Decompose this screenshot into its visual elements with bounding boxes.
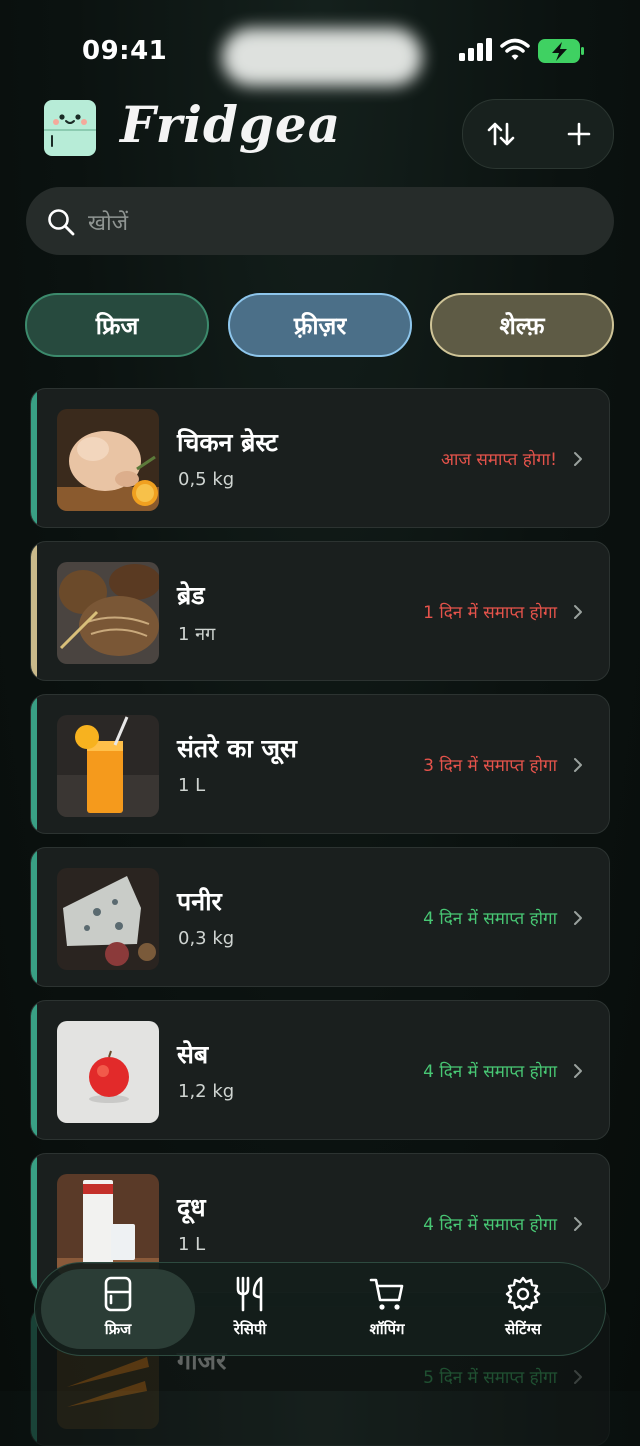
list-item[interactable]: संतरे का जूस 1 L 3 दिन में समाप्त होगा [30,694,610,834]
tab-freezer[interactable]: फ़्रीज़र [228,293,412,357]
nav-label: फ्रिज [104,1320,132,1338]
tab-shelf[interactable]: शेल्फ़ [430,293,614,357]
item-accent [31,1307,37,1445]
bottom-nav: फ्रिज रेसिपी शॉपिंग सेटिंग्स [34,1262,606,1356]
item-accent [31,848,37,986]
nav-label: रेसिपी [233,1320,267,1338]
expiry-status: 1 दिन में समाप्त होगा [423,603,557,623]
item-quantity: 1 नग [178,624,216,645]
expiry-status: आज समाप्त होगा! [440,450,557,470]
expiry-status: 4 दिन में समाप्त होगा [423,1215,557,1235]
nav-label: सेटिंग्स [505,1320,541,1338]
list-item[interactable]: सेब 1,2 kg 4 दिन में समाप्त होगा [30,1000,610,1140]
chevron-right-icon [574,1217,582,1231]
expiry-status: 5 दिन में समाप्त होगा [423,1368,557,1388]
item-name: संतरे का जूस [177,734,297,763]
tab-fridge[interactable]: फ्रिज [25,293,209,357]
expiry-status: 4 दिन में समाप्त होगा [423,909,557,929]
item-accent [31,1154,37,1292]
chevron-right-icon [574,758,582,772]
item-quantity: 1 L [178,775,206,796]
item-accent [31,542,37,680]
chevron-right-icon [574,1370,582,1384]
nav-item-fridge[interactable]: फ्रिज [58,1275,178,1345]
chicken-image [57,409,159,511]
milk-image [57,1174,159,1276]
dynamic-island [222,28,422,86]
search-input[interactable]: खोजें [88,207,128,237]
fridge-icon [104,1276,132,1312]
item-accent [31,695,37,833]
status-bar: 09:41 [0,0,640,100]
item-accent [31,389,37,527]
expiry-status: 3 दिन में समाप्त होगा [423,756,557,776]
apple-image [57,1021,159,1123]
item-quantity: 0,5 kg [178,469,235,490]
sort-icon[interactable] [477,110,525,158]
wifi-icon [500,38,530,60]
bread-image [57,562,159,664]
item-quantity: 1 L [178,1234,206,1255]
cart-icon [369,1278,404,1310]
list-item[interactable]: चिकन ब्रेस्ट 0,5 kg आज समाप्त होगा! [30,388,610,528]
nav-label: शॉपिंग [369,1320,405,1338]
nav-item-settings[interactable]: सेटिंग्स [463,1275,583,1345]
item-name: सेब [177,1040,209,1069]
status-time: 09:41 [82,36,168,66]
chevron-right-icon [574,452,582,466]
gear-icon [505,1276,541,1312]
list-item[interactable]: ब्रेड 1 नग 1 दिन में समाप्त होगा [30,541,610,681]
item-name: दूध [177,1193,206,1222]
cheese-image [57,868,159,970]
app-title: Fridgea [120,95,342,154]
add-icon[interactable] [555,110,603,158]
item-name: पनीर [177,887,222,916]
nav-item-recipes[interactable]: रेसिपी [190,1275,310,1345]
list-item[interactable]: पनीर 0,3 kg 4 दिन में समाप्त होगा [30,847,610,987]
expiry-status: 4 दिन में समाप्त होगा [423,1062,557,1082]
item-quantity: 0,3 kg [178,928,235,949]
fridge-logo-icon [44,100,96,156]
chevron-right-icon [574,911,582,925]
orange-juice-image [57,715,159,817]
fork-knife-icon [236,1276,263,1312]
battery-charging-icon [538,39,584,63]
item-name: चिकन ब्रेस्ट [177,428,278,457]
search-bar[interactable]: खोजें [26,187,614,255]
nav-item-shopping[interactable]: शॉपिंग [327,1275,447,1345]
search-icon [48,209,75,236]
item-accent [31,1001,37,1139]
cellular-signal-icon [459,38,492,61]
chevron-right-icon [574,1064,582,1078]
header-actions [462,99,614,169]
item-name: ब्रेड [177,581,205,610]
chevron-right-icon [574,605,582,619]
item-quantity: 1,2 kg [178,1081,235,1102]
